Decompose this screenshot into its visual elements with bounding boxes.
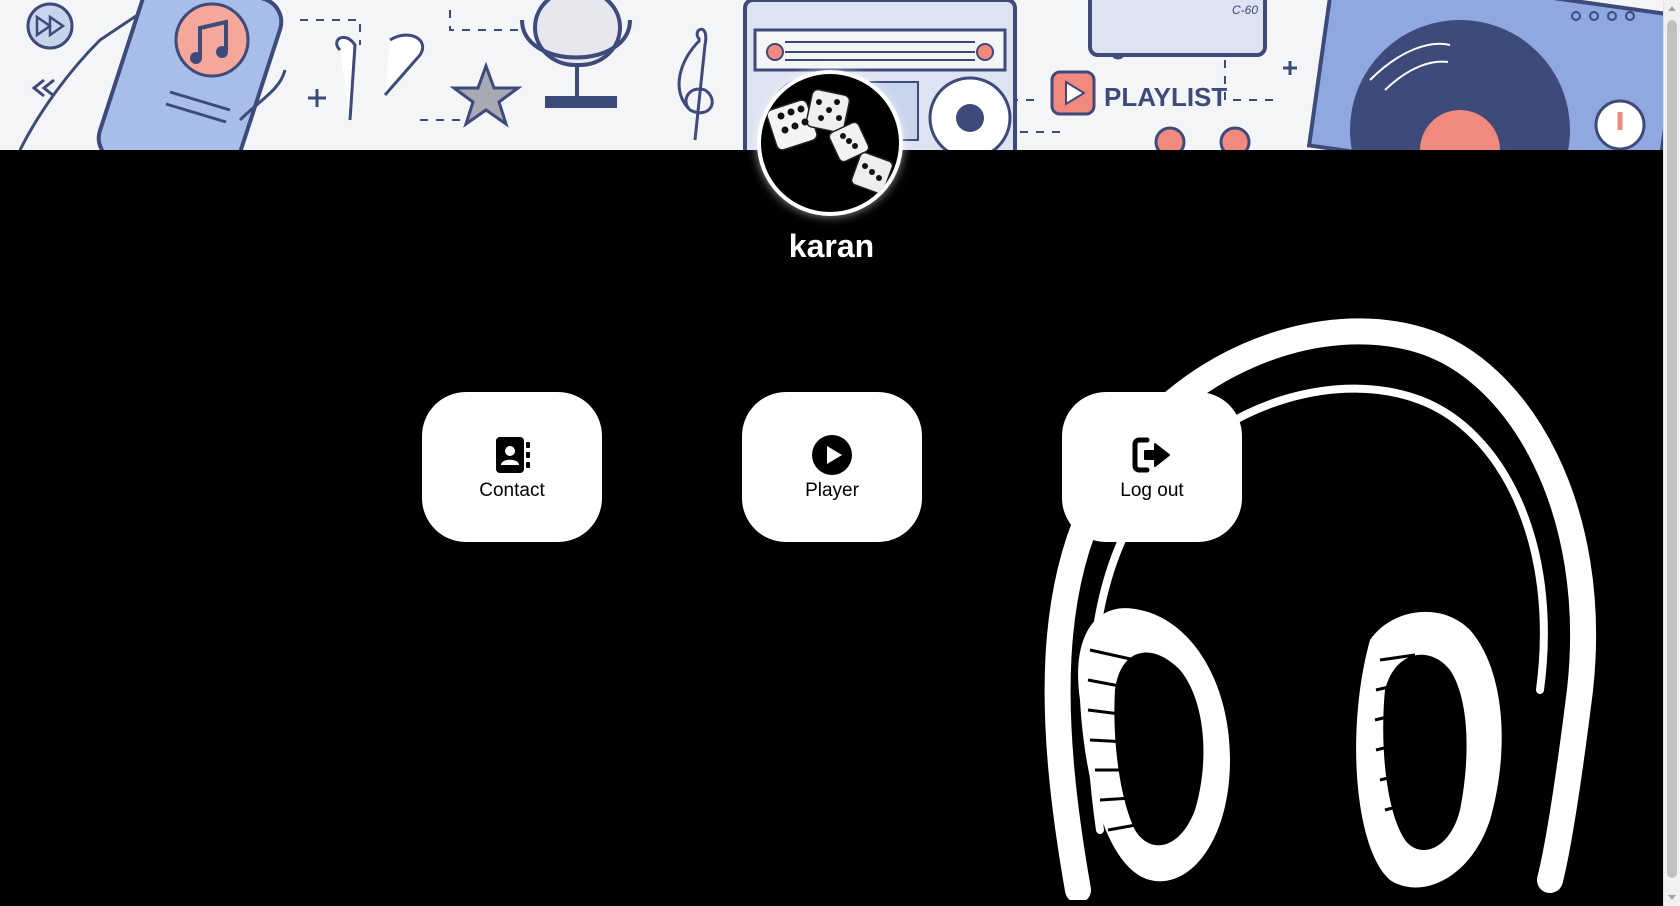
player-button[interactable]: Player xyxy=(742,392,922,542)
scroll-thumb[interactable] xyxy=(1667,20,1677,878)
sign-out-icon xyxy=(1131,434,1173,476)
dice-image xyxy=(766,88,894,195)
scroll-up-icon[interactable] xyxy=(1668,6,1676,11)
logout-button[interactable]: Log out xyxy=(1062,392,1242,542)
play-circle-icon xyxy=(811,434,853,476)
logout-label: Log out xyxy=(1120,480,1184,501)
fast-forward-icon xyxy=(26,2,74,50)
avatar xyxy=(757,70,903,216)
contact-button[interactable]: Contact xyxy=(422,392,602,542)
vertical-scrollbar[interactable] xyxy=(1663,0,1680,906)
page: PLAYLIST C-60 karan Contact Player Log o… xyxy=(0,0,1680,906)
contact-label: Contact xyxy=(479,480,545,501)
svg-text:C-60: C-60 xyxy=(1232,3,1258,17)
address-book-icon xyxy=(491,434,533,476)
player-label: Player xyxy=(805,480,859,501)
scroll-down-icon[interactable] xyxy=(1668,895,1676,900)
svg-text:PLAYLIST: PLAYLIST xyxy=(1104,82,1227,112)
username: karan xyxy=(788,228,875,264)
